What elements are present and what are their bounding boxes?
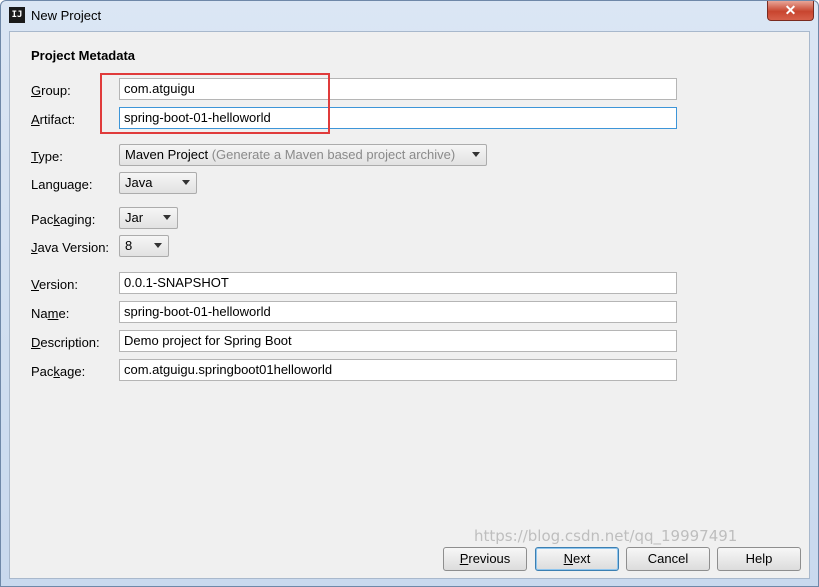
dialog-content: Project Metadata Group: com.atguigu Arti… [9,31,810,579]
artifact-label: Artifact: [31,112,76,127]
type-select[interactable]: Maven Project (Generate a Maven based pr… [119,144,487,166]
chevron-down-icon [163,215,171,220]
section-title: Project Metadata [31,48,136,63]
previous-button[interactable]: Previous [443,547,527,571]
name-field[interactable]: spring-boot-01-helloworld [119,301,677,323]
language-label: Language: [31,177,93,192]
watermark: https://blog.csdn.net/qq_19997491 [474,527,738,545]
cancel-button[interactable]: Cancel [626,547,710,571]
version-label: Version: [31,277,78,292]
name-label: Name: [31,306,70,321]
java-version-value: 8 [125,238,133,253]
help-button[interactable]: Help [717,547,801,571]
intellij-icon: IJ [9,7,25,23]
next-button[interactable]: Next [535,547,619,571]
packaging-label: Packaging: [31,212,96,227]
type-value: Maven Project [125,147,209,162]
package-field[interactable]: com.atguigu.springboot01helloworld [119,359,677,381]
package-label: Package: [31,364,86,379]
version-field[interactable]: 0.0.1-SNAPSHOT [119,272,677,294]
language-value: Java [125,175,153,190]
java-version-label: Java Version: [31,240,110,255]
group-label: Group: [31,83,71,98]
packaging-value: Jar [125,210,144,225]
title-bar[interactable]: IJ New Project ✕ [1,1,818,31]
java-version-select[interactable]: 8 [119,235,169,257]
description-label: Description: [31,335,100,350]
chevron-down-icon [154,243,162,248]
type-label: Type: [31,149,63,164]
packaging-select[interactable]: Jar [119,207,178,229]
new-project-dialog: IJ New Project ✕ Project Metadata Group:… [0,0,819,587]
highlight-annotation [100,73,330,134]
description-field[interactable]: Demo project for Spring Boot [119,330,677,352]
type-hint: (Generate a Maven based project archive) [211,147,456,162]
language-select[interactable]: Java [119,172,197,194]
chevron-down-icon [472,152,480,157]
close-button[interactable]: ✕ [767,1,814,21]
chevron-down-icon [182,180,190,185]
window-title: New Project [31,8,102,23]
